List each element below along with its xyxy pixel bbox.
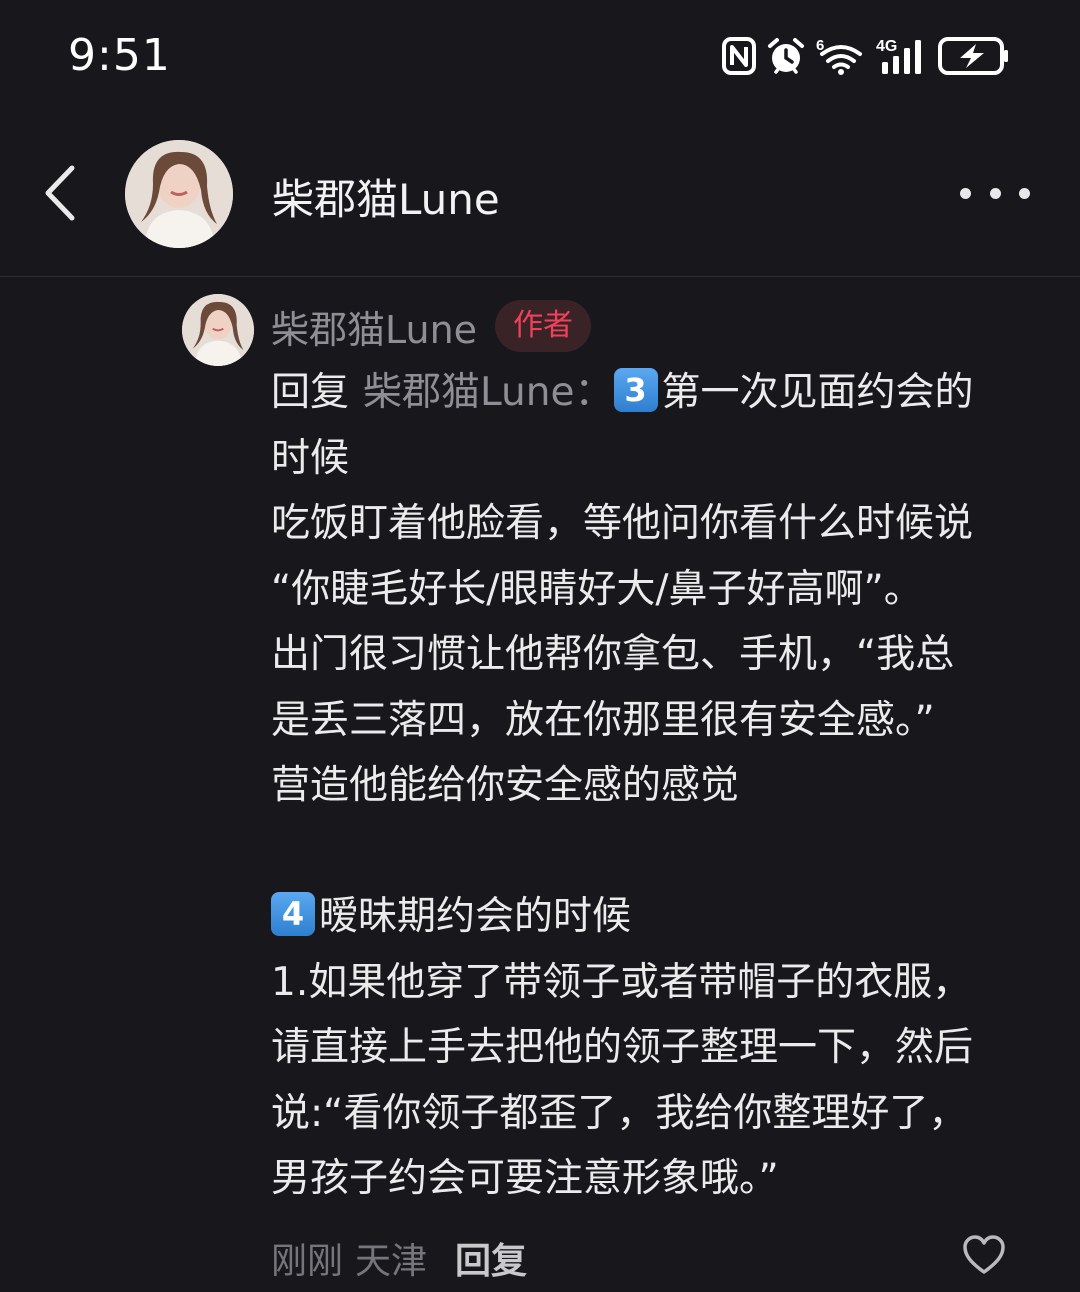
comment-body[interactable]: 回复 柴郡猫Lune： 3 第一次见面约会的 时候 吃饭盯着他脸看，等他问你看什么时候… [271, 360, 1031, 1212]
comment-time: 刚刚 [271, 1241, 344, 1282]
comment-line: 男孩子约会可要注意形象哦。” [271, 1156, 779, 1201]
chevron-left-icon [45, 165, 75, 221]
network-label: 4G [876, 38, 897, 55]
comment-avatar[interactable] [182, 294, 254, 366]
comment-location: 天津 [355, 1241, 428, 1282]
like-button[interactable] [962, 1234, 1006, 1276]
status-icons: 6 4G [722, 34, 1010, 78]
comment-line: 请直接上手去把他的领子整理一下，然后 [271, 1025, 974, 1070]
comment-line: 1.如果他穿了带领子或者带帽子的衣服， [271, 959, 972, 1005]
comment-text: 第一次见面约会的 [661, 370, 974, 415]
nfc-icon [722, 37, 756, 75]
status-bar: 9:51 6 4G [0, 0, 1080, 110]
avatar[interactable] [125, 140, 233, 248]
comment-line: “你睫毛好长/眼睛好大/鼻子好高啊”。 [271, 566, 923, 612]
comment-footer: 刚刚 天津 回复 [271, 1232, 527, 1284]
wifi-6-icon: 6 [816, 37, 862, 75]
heart-icon [963, 1235, 1005, 1274]
comment-line: 出门很习惯让他帮你拿包、手机，“我总 [271, 632, 955, 677]
back-button[interactable] [30, 158, 90, 228]
more-dot [989, 187, 1001, 199]
keycap-4-icon: 4 [271, 892, 315, 936]
comment-line: 说:“看你领子都歪了，我给你整理好了， [271, 1090, 968, 1136]
top-bar: 柴郡猫Lune [0, 130, 1080, 260]
comment-line: 回复 柴郡猫Lune： 3 第一次见面约会的 [271, 360, 1031, 426]
reply-button[interactable]: 回复 [455, 1232, 527, 1284]
author-name[interactable]: 柴郡猫Lune [271, 299, 477, 354]
4g-signal-icon: 4G [876, 38, 921, 74]
comment-text: 暧昧期约会的时候 [319, 894, 632, 939]
more-button[interactable] [960, 178, 1030, 208]
reply-prefix: 回复 [271, 370, 350, 415]
reply-target[interactable]: 柴郡猫Lune： [363, 370, 613, 415]
comment-line: 吃饭盯着他脸看，等他问你看什么时候说 [271, 501, 974, 546]
divider [0, 276, 1080, 277]
more-dot [960, 187, 971, 199]
author-row: 柴郡猫Lune 作者 [271, 298, 592, 354]
comment-line: 4 暧昧期约会的时候 [271, 884, 1031, 950]
comment-line: 是丢三落四，放在你那里很有安全感。” [271, 697, 935, 743]
battery-charging-icon [938, 37, 1008, 75]
avatar-image [182, 294, 254, 366]
alarm-icon [768, 38, 804, 74]
author-badge: 作者 [495, 300, 592, 352]
avatar-image [125, 140, 233, 248]
comment-line: 营造他能给你安全感的感觉 [271, 763, 740, 808]
comment-line: 时候 [271, 435, 350, 481]
keycap-3-icon: 3 [613, 368, 658, 412]
status-time: 9:51 [68, 30, 171, 81]
more-dot [1019, 187, 1030, 199]
page-title: 柴郡猫Lune [272, 175, 500, 224]
